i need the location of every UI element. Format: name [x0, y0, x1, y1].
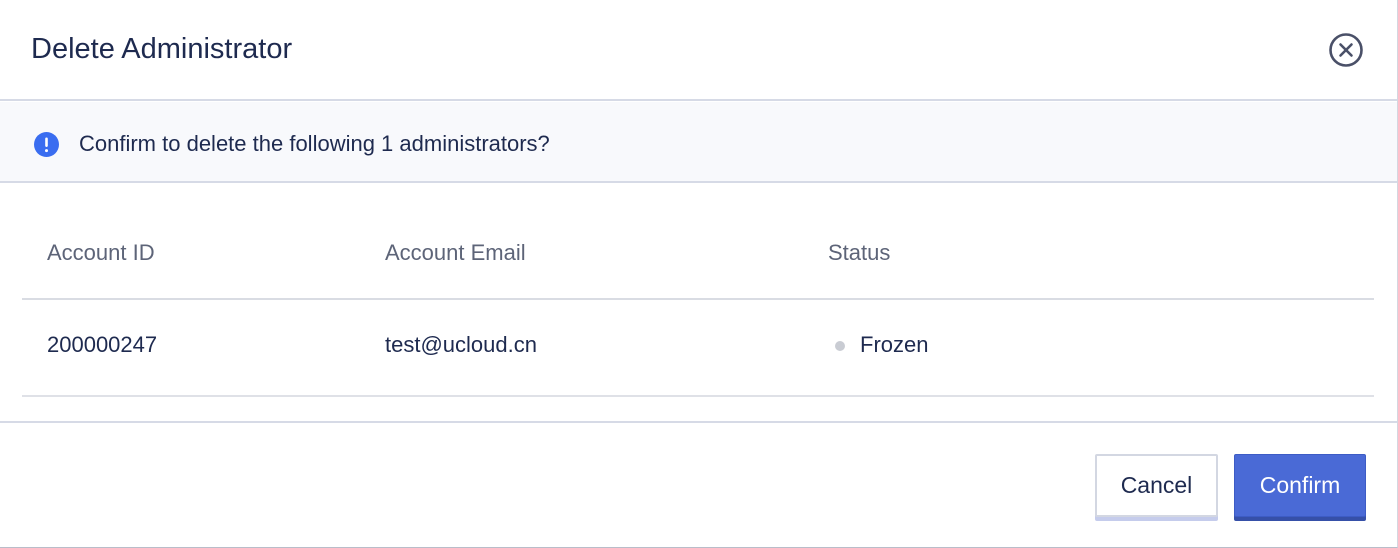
close-circle-icon	[1329, 33, 1363, 67]
account-id-cell: 200000247	[47, 332, 158, 357]
status-dot-icon	[835, 341, 845, 351]
confirm-alert: Confirm to delete the following 1 admini…	[0, 102, 1397, 183]
cancel-button[interactable]: Cancel	[1095, 454, 1218, 517]
table-header: Account ID Account Email Status	[22, 205, 1374, 300]
dialog-header: Delete Administrator	[0, 0, 1397, 101]
info-exclamation-icon	[34, 132, 59, 157]
account-email-cell: test@ucloud.cn	[385, 332, 537, 357]
column-header-account-id: Account ID	[47, 240, 155, 265]
status-cell: Frozen	[860, 332, 929, 357]
alert-message: Confirm to delete the following 1 admini…	[79, 131, 550, 156]
column-header-account-email: Account Email	[385, 240, 526, 265]
table-row: 200000247 test@ucloud.cn Frozen	[22, 300, 1374, 397]
close-button[interactable]	[1328, 32, 1364, 68]
administrators-table: Account ID Account Email Status 20000024…	[22, 205, 1374, 397]
dialog-footer: Cancel Confirm	[0, 421, 1397, 548]
dialog-title: Delete Administrator	[31, 33, 293, 65]
column-header-status: Status	[828, 240, 891, 265]
confirm-button[interactable]: Confirm	[1234, 454, 1366, 517]
delete-administrator-dialog: Delete Administrator Confirm to delete t…	[0, 0, 1398, 548]
